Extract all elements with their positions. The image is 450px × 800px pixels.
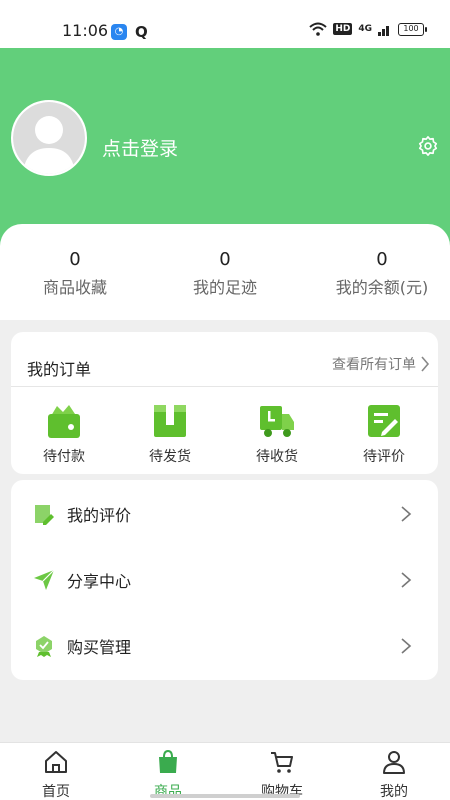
chevron-right-icon: [401, 638, 412, 654]
stat-footprints[interactable]: 0 我的足迹: [150, 248, 300, 298]
login-link[interactable]: 点击登录: [102, 134, 178, 161]
order-status-label: 待收货: [256, 449, 298, 465]
delivery-truck-icon: [260, 406, 294, 437]
stat-value: 0: [69, 249, 81, 270]
menu-item-purchase-management[interactable]: 购买管理: [11, 613, 438, 679]
home-indicator[interactable]: [150, 794, 300, 798]
order-status-pending-receipt[interactable]: 待收货: [224, 402, 330, 466]
default-user-icon: [23, 116, 75, 174]
tab-mine[interactable]: 我的: [338, 749, 450, 800]
order-status-label: 待付款: [43, 449, 85, 465]
chevron-right-icon: [401, 506, 412, 522]
avatar[interactable]: [11, 100, 87, 176]
gear-icon[interactable]: [417, 135, 439, 157]
review-pen-icon: [368, 405, 400, 437]
stat-label: 我的余额(元): [335, 278, 429, 297]
tab-cart[interactable]: 购物车: [226, 749, 338, 800]
package-icon: [154, 405, 186, 437]
q-app-icon: Q: [135, 23, 148, 41]
stat-balance[interactable]: 0 我的余额(元): [307, 248, 450, 298]
menu-item-my-reviews[interactable]: 我的评价: [11, 481, 438, 547]
order-status-pending-review[interactable]: 待评价: [331, 402, 437, 466]
tab-label: 我的: [380, 784, 408, 800]
tab-products[interactable]: 商品: [112, 749, 224, 800]
tab-label: 首页: [42, 784, 70, 800]
status-bar: 11:06 ◔ Q HD 4G 100: [0, 0, 450, 48]
menu-item-share-center[interactable]: 分享中心: [11, 547, 438, 613]
note-pen-icon: [35, 505, 54, 525]
stat-favorites[interactable]: 0 商品收藏: [0, 248, 150, 298]
stat-label: 我的足迹: [192, 278, 257, 297]
battery-icon: 100: [398, 22, 427, 36]
wallet-icon: [48, 405, 80, 438]
network-label: 4G: [358, 24, 372, 34]
order-status-pending-payment[interactable]: 待付款: [11, 402, 117, 466]
order-status-label: 待评价: [363, 449, 405, 465]
stat-label: 商品收藏: [42, 278, 107, 297]
shopping-bag-icon: [159, 749, 177, 773]
badge-check-icon: [36, 636, 52, 657]
user-icon: [383, 751, 405, 774]
status-indicators: HD 4G 100: [309, 22, 427, 36]
menu-card: 我的评价 分享中心 购买管理: [11, 480, 438, 680]
menu-item-label: 分享中心: [67, 572, 132, 591]
signal-icon: [378, 25, 389, 36]
stat-value: 0: [219, 249, 231, 270]
view-all-orders-label: 查看所有订单: [332, 357, 416, 373]
wifi-icon: [309, 22, 327, 36]
bottom-tab-bar: 首页 商品 购物车 我的: [0, 742, 450, 800]
chevron-right-icon: [401, 572, 412, 588]
menu-item-label: 我的评价: [67, 506, 132, 525]
menu-item-label: 购买管理: [67, 638, 132, 657]
hd-badge: HD: [333, 23, 353, 35]
stat-value: 0: [376, 249, 388, 270]
home-icon: [45, 751, 67, 773]
notification-app-icon: ◔: [111, 24, 127, 40]
status-time: 11:06: [62, 21, 109, 40]
order-status-pending-shipment[interactable]: 待发货: [117, 402, 223, 466]
chevron-right-icon: [421, 356, 430, 372]
orders-card: 我的订单 查看所有订单 待付款 待发货 待收货 待评价: [11, 332, 438, 474]
paper-plane-icon: [34, 569, 55, 590]
cart-icon: [271, 752, 293, 773]
stats-card: 0 商品收藏 0 我的足迹 0 我的余额(元): [0, 224, 450, 320]
divider: [11, 386, 438, 387]
view-all-orders-link[interactable]: 查看所有订单: [332, 354, 430, 374]
orders-title: 我的订单: [27, 360, 92, 379]
tab-home[interactable]: 首页: [0, 749, 112, 800]
order-status-label: 待发货: [149, 449, 191, 465]
